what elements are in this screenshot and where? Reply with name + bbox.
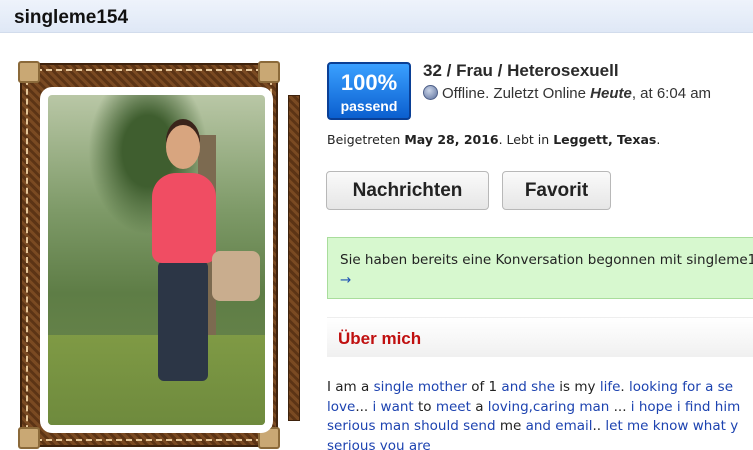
status-state: Offline. — [442, 85, 490, 102]
match-percentage-badge: 100% passend — [327, 62, 411, 120]
about-text-segment: ... — [355, 398, 373, 415]
about-keyword-link[interactable]: serious you are — [327, 438, 431, 450]
notice-text: Sie haben bereits eine Konversation bego… — [340, 252, 753, 268]
match-label: passend — [340, 98, 398, 114]
about-keyword-link[interactable]: and she — [501, 379, 555, 395]
about-text-segment: is my — [555, 379, 600, 395]
about-text-segment: . — [620, 379, 629, 395]
profile-demographics: 32 / Frau / Heterosexuell — [423, 61, 619, 80]
frame-corner — [18, 427, 40, 449]
about-line: love... i want to meet a loving,caring m… — [327, 398, 753, 418]
frame-corner — [258, 61, 280, 83]
lives-in-label: . Lebt in — [498, 132, 550, 147]
profile-username: singleme154 — [14, 7, 129, 28]
about-text-segment: a — [470, 398, 488, 415]
about-title: Über mich — [338, 329, 422, 348]
about-line: I am a single mother of 1 and she is my … — [327, 378, 753, 398]
about-keyword-link[interactable]: love — [327, 399, 355, 415]
about-keyword-link[interactable]: know what y — [653, 418, 738, 434]
about-section-header: Über mich — [327, 317, 753, 357]
favorite-button[interactable]: Favorit — [502, 171, 611, 210]
about-keyword-link[interactable]: single mother — [374, 379, 467, 395]
joined-prefix: Beigetreten — [327, 132, 401, 147]
location: Leggett, Texas — [553, 132, 657, 147]
about-text-segment: me — [495, 418, 526, 434]
about-keyword-link[interactable]: and email — [526, 418, 593, 434]
profile-photo-image — [48, 95, 265, 425]
about-keyword-link[interactable]: let me — [605, 418, 648, 434]
about-keyword-link[interactable]: loving,caring man — [488, 399, 610, 415]
last-online-time: , at 6:04 am — [631, 85, 712, 102]
about-keyword-link[interactable]: i want — [372, 399, 413, 415]
about-keyword-link[interactable]: serious man should send — [327, 418, 496, 434]
about-line: serious man should send me and email.. l… — [327, 417, 753, 437]
profile-photo[interactable] — [40, 87, 273, 433]
about-keyword-link[interactable]: meet — [436, 399, 471, 415]
about-text: I am a single mother of 1 and she is my … — [327, 378, 753, 450]
frame-corner — [18, 61, 40, 83]
profile-header-bar: singleme154 — [0, 0, 753, 33]
notice-arrow-link[interactable]: → — [340, 270, 753, 290]
conversation-notice: Sie haben bereits eine Konversation bego… — [327, 237, 753, 299]
last-online-day: Heute — [590, 85, 632, 102]
about-keyword-link[interactable]: looking for a se — [629, 379, 733, 395]
about-keyword-link[interactable]: i hope — [631, 399, 673, 415]
messages-button[interactable]: Nachrichten — [326, 171, 489, 210]
about-line: serious you are — [327, 437, 753, 450]
about-text-segment: of 1 — [466, 379, 502, 395]
photo-frame-side — [288, 95, 300, 421]
online-status: Offline. Zuletzt Online Heute, at 6:04 a… — [423, 85, 711, 102]
about-keyword-link[interactable]: i find him — [677, 399, 740, 415]
about-text-segment: I am a — [327, 379, 374, 395]
joined-suffix: . — [656, 132, 661, 147]
last-online-prefix: Zuletzt Online — [493, 85, 586, 102]
about-keyword-link[interactable]: life — [600, 379, 621, 395]
offline-status-icon — [423, 85, 438, 100]
about-text-segment: .. — [592, 418, 606, 434]
joined-date: May 28, 2016 — [404, 132, 499, 147]
match-percent: 100% — [340, 70, 398, 95]
about-text-segment: ... — [609, 398, 631, 415]
joined-info: Beigetreten May 28, 2016. Lebt in Legget… — [327, 132, 660, 147]
about-text-segment: to — [413, 398, 436, 415]
